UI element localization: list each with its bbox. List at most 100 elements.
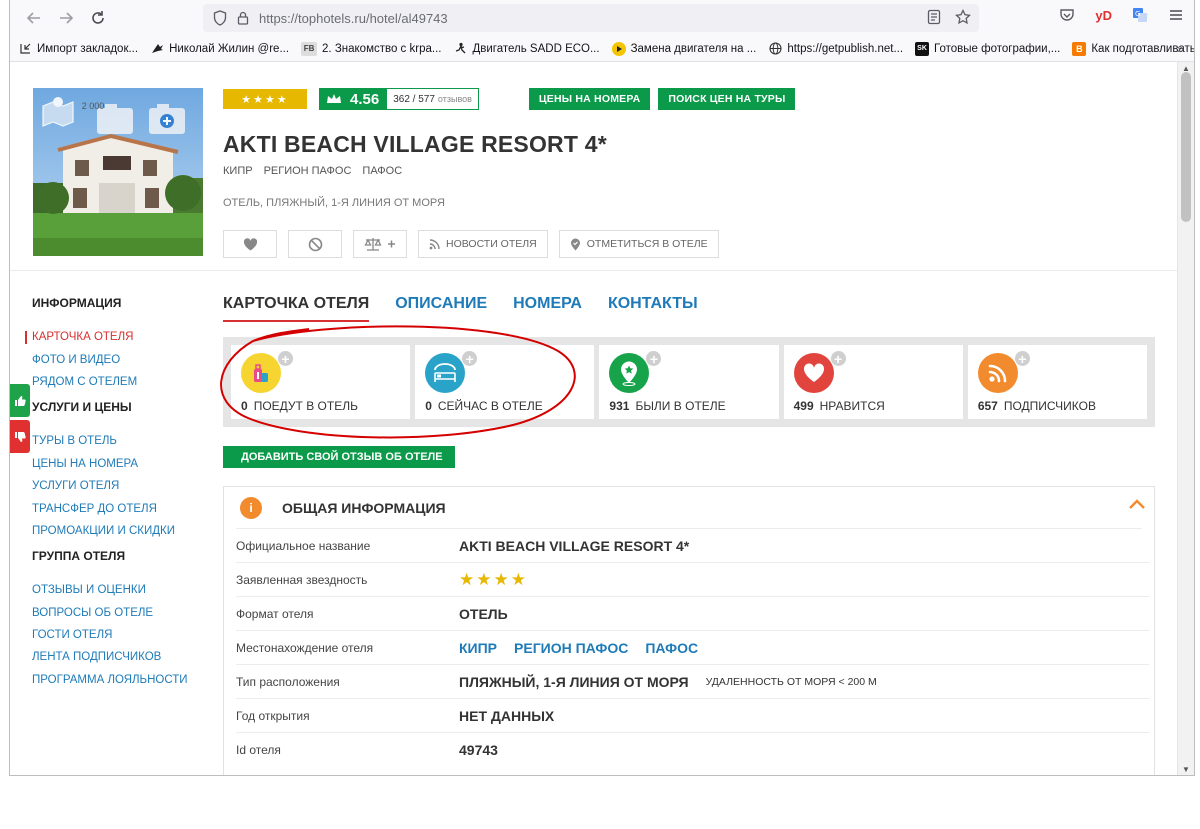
info-key: Местонахождение отеля	[236, 640, 374, 655]
stat-likes[interactable]: + 499 НРАВИТСЯ	[783, 345, 963, 419]
chevron-up-icon[interactable]	[1128, 498, 1146, 510]
bookmark-item[interactable]: https://getpublish.net...	[768, 42, 903, 56]
info-row-official-name: Официальное название AKTI BEACH VILLAGE …	[236, 529, 1149, 563]
rss-icon	[977, 353, 1018, 393]
browser-window: https://tophotels.ru/hotel/al49743 yD G …	[9, 0, 1195, 776]
location-link-country[interactable]: КИПР	[459, 640, 497, 656]
more-bookmarks-chevron-icon[interactable]: »	[1177, 41, 1184, 56]
sidebar-item-nearby[interactable]: РЯДОМ С ОТЕЛЕМ	[32, 371, 222, 393]
sidebar-group-title: ИНФОРМАЦИЯ	[32, 296, 122, 310]
url-text: https://tophotels.ru/hotel/al49743	[259, 11, 448, 26]
tab-hotel-card[interactable]: КАРТОЧКА ОТЕЛЯ	[223, 295, 370, 322]
sidebar-item-promo[interactable]: ПРОМОАКЦИИ И СКИДКИ	[32, 520, 222, 542]
sidebar-item-subscribers-feed[interactable]: ЛЕНТА ПОДПИСЧИКОВ	[32, 646, 222, 668]
figure-icon	[453, 42, 467, 56]
rating-badge[interactable]: 4.56 362 / 577 отзывов	[319, 88, 479, 110]
info-key: Формат отеля	[236, 606, 314, 621]
bookmark-item[interactable]: Двигатель SADD ECO...	[453, 42, 600, 56]
pocket-icon[interactable]	[1059, 7, 1075, 23]
tab-contacts[interactable]: КОНТАКТЫ	[608, 295, 698, 322]
scrollbar-thumb[interactable]	[1181, 72, 1191, 222]
info-value: ОТЕЛЬ	[459, 605, 508, 622]
sidebar-item-photo-video[interactable]: ФОТО И ВИДЕО	[32, 348, 222, 370]
bookmark-item[interactable]: Замена двигателя на ...	[611, 41, 756, 56]
tour-search-button[interactable]: ПОИСК ЦЕН НА ТУРЫ	[658, 88, 796, 110]
map-pin-icon	[609, 353, 650, 393]
location-link-region[interactable]: РЕГИОН ПАФОС	[514, 640, 628, 656]
reload-button[interactable]	[82, 4, 114, 32]
address-bar[interactable]: https://tophotels.ru/hotel/al49743	[203, 4, 979, 32]
hotel-news-label: НОВОСТИ ОТЕЛЯ	[446, 238, 537, 250]
heart-icon	[243, 237, 257, 250]
forward-button[interactable]	[50, 4, 82, 32]
back-arrow-icon	[26, 12, 40, 24]
hamburger-menu-icon[interactable]	[1168, 7, 1184, 23]
crown-icon	[327, 94, 341, 103]
reload-icon	[92, 11, 104, 24]
sidebar-group-title: ГРУППА ОТЕЛЯ	[32, 549, 126, 564]
bookmark-label: 2. Знакомство с krpa...	[322, 42, 442, 55]
bookmark-label: Двигатель SADD ECO...	[472, 42, 600, 55]
thumbs-up-button[interactable]	[10, 384, 30, 417]
sidebar-item-loyalty[interactable]: ПРОГРАММА ЛОЯЛЬНОСТИ	[32, 669, 222, 691]
blogger-icon: B	[1072, 41, 1087, 56]
reviews-label: отзывов	[437, 94, 472, 104]
yandex-disk-extension-icon[interactable]: yD	[1095, 8, 1112, 23]
location-link-city[interactable]: ПАФОС	[645, 640, 698, 656]
sidebar-item-room-prices[interactable]: ЦЕНЫ НА НОМЕРА	[32, 453, 222, 475]
sidebar-item-hotel-services[interactable]: УСЛУГИ ОТЕЛЯ	[32, 475, 222, 497]
location-check-icon	[570, 238, 580, 250]
bookmark-item[interactable]: SK Готовые фотографии,...	[915, 41, 1060, 56]
hotel-news-button[interactable]: НОВОСТИ ОТЕЛЯ	[418, 230, 548, 258]
hotel-type: ОТЕЛЬ, ПЛЯЖНЫЙ, 1-Я ЛИНИЯ ОТ МОРЯ	[223, 197, 445, 209]
plus-icon[interactable]: +	[645, 350, 663, 367]
lock-icon[interactable]	[237, 11, 249, 25]
sidebar-item-questions[interactable]: ВОПРОСЫ ОБ ОТЕЛЕ	[32, 602, 222, 624]
sidebar-item-reviews[interactable]: ОТЗЫВЫ И ОЦЕНКИ	[32, 579, 222, 601]
heart-icon	[793, 353, 834, 393]
sidebar-item-guests[interactable]: ГОСТИ ОТЕЛЯ	[32, 624, 222, 646]
sidebar-group-services: УСЛУГИ И ЦЕНЫ ТУРЫ В ОТЕЛЬ ЦЕНЫ НА НОМЕР…	[32, 400, 222, 542]
add-review-button[interactable]: ДОБАВИТЬ СВОЙ ОТЗЫВ ОБ ОТЕЛЕ	[223, 446, 455, 468]
bookmark-star-icon[interactable]	[955, 9, 971, 25]
bookmark-item[interactable]: B Как подготавливать ...	[1072, 41, 1194, 56]
stat-subscribers[interactable]: + 657 ПОДПИСЧИКОВ	[967, 345, 1148, 419]
page-scrollbar[interactable]: ▲ ▼	[1177, 62, 1194, 775]
rss-small-icon	[429, 238, 440, 249]
plus-icon[interactable]: +	[829, 350, 847, 367]
tab-description[interactable]: ОПИСАНИЕ	[395, 295, 487, 322]
sidebar-item-transfer[interactable]: ТРАНСФЕР ДО ОТЕЛЯ	[32, 497, 222, 519]
translate-extension-icon[interactable]: G	[1132, 7, 1148, 23]
sidebar-item-tours[interactable]: ТУРЫ В ОТЕЛЬ	[32, 430, 222, 452]
location-region[interactable]: РЕГИОН ПАФОС	[264, 165, 352, 177]
favorite-button[interactable]	[223, 230, 277, 258]
tab-rooms[interactable]: НОМЕРА	[513, 295, 582, 322]
bookmark-item[interactable]: Николай Жилин @re...	[150, 42, 289, 56]
reader-view-icon[interactable]	[927, 9, 941, 25]
check-in-button[interactable]: ОТМЕТИТЬСЯ В ОТЕЛЕ	[558, 230, 719, 258]
bookmark-item[interactable]: FB 2. Знакомство с krpa...	[301, 41, 442, 56]
info-row-location: Местонахождение отеля КИПР РЕГИОН ПАФОС …	[236, 631, 1149, 665]
location-city[interactable]: ПАФОС	[362, 165, 402, 177]
hotel-photo[interactable]	[33, 88, 203, 256]
bird-icon	[150, 42, 164, 56]
import-icon	[18, 42, 32, 56]
sidebar-item-hotel-card[interactable]: КАРТОЧКА ОТЕЛЯ	[32, 326, 222, 348]
stat-been-in-hotel[interactable]: + 931 БЫЛИ В ОТЕЛЕ	[599, 345, 779, 419]
block-button[interactable]	[288, 230, 342, 258]
sk-icon: SK	[915, 41, 930, 56]
shield-icon[interactable]	[213, 10, 227, 26]
stat-count: 499	[793, 399, 814, 413]
thumbs-up-icon	[15, 395, 26, 406]
location-country[interactable]: КИПР	[223, 165, 253, 177]
scroll-down-arrow-icon[interactable]: ▼	[1182, 765, 1190, 774]
room-prices-button[interactable]: ЦЕНЫ НА НОМЕРА	[528, 88, 651, 110]
back-button[interactable]	[18, 4, 50, 32]
compare-button[interactable]	[353, 230, 407, 258]
general-info-header[interactable]: i ОБЩАЯ ИНФОРМАЦИЯ	[236, 487, 1145, 529]
bookmark-item[interactable]: Импорт закладок...	[18, 42, 138, 56]
url-path: /hotel/al49743	[365, 10, 448, 26]
thumbs-down-button[interactable]	[10, 420, 30, 453]
plus-icon[interactable]: +	[1013, 350, 1031, 367]
stat-label: ПОДПИСЧИКОВ	[1003, 399, 1096, 413]
